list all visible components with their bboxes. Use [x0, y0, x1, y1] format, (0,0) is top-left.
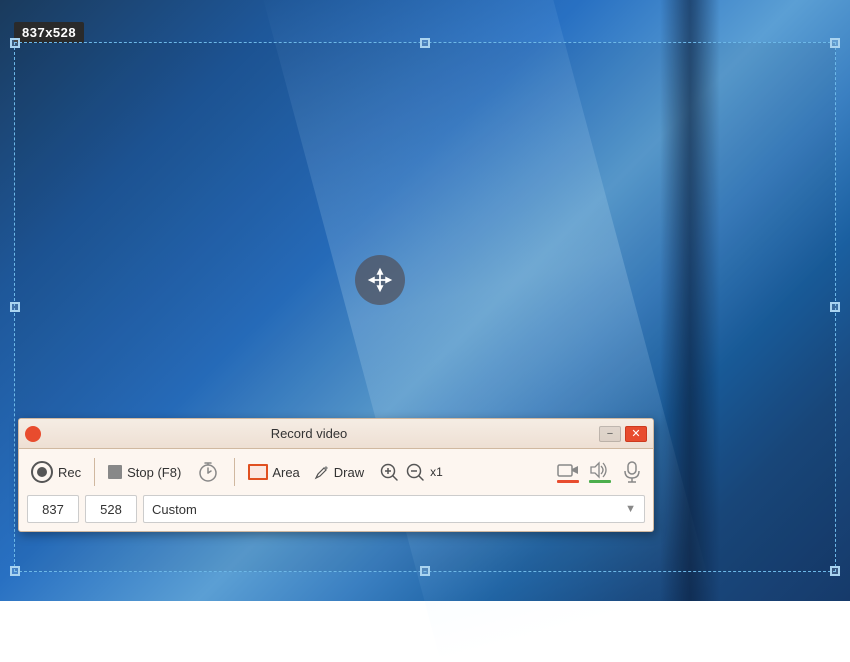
dimensions-text: 837x528 — [22, 25, 76, 40]
camera-button[interactable] — [555, 459, 581, 485]
area-label: Area — [272, 465, 299, 480]
draw-button[interactable]: Draw — [310, 462, 368, 482]
toolbar-bottom: Custom ▼ — [19, 495, 653, 531]
microphone-button[interactable] — [619, 459, 645, 485]
pen-icon — [314, 464, 330, 480]
stop-icon — [108, 465, 122, 479]
record-toolbar: Record video − ✕ Rec Stop (F8) — [18, 418, 654, 532]
separator-2 — [234, 458, 235, 486]
close-button[interactable]: ✕ — [625, 426, 647, 442]
draw-label: Draw — [334, 465, 364, 480]
zoom-out-button[interactable] — [404, 461, 426, 483]
height-input[interactable] — [85, 495, 137, 523]
volume-button[interactable] — [587, 459, 613, 485]
area-button[interactable]: Area — [244, 462, 303, 482]
toolbar-app-icon — [25, 426, 41, 442]
width-input[interactable] — [27, 495, 79, 523]
stop-label: Stop (F8) — [127, 465, 181, 480]
camera-icon — [557, 461, 579, 479]
move-cursor-icon — [355, 255, 405, 305]
camera-status-bar — [557, 480, 579, 483]
stop-button[interactable]: Stop (F8) — [104, 463, 185, 482]
volume-status-bar — [589, 480, 611, 483]
separator-1 — [94, 458, 95, 486]
toolbar-window-controls: − ✕ — [599, 426, 647, 442]
zoom-in-button[interactable] — [378, 461, 400, 483]
zoom-controls: x1 — [378, 461, 443, 483]
speaker-icon — [589, 461, 611, 479]
microphone-icon — [623, 461, 641, 483]
rec-label: Rec — [58, 465, 81, 480]
move-icon-svg — [366, 266, 394, 294]
zoom-level-label: x1 — [430, 465, 443, 479]
preset-value-text: Custom — [152, 502, 197, 517]
timer-button[interactable] — [195, 459, 221, 485]
rec-button[interactable]: Rec — [27, 459, 85, 485]
rec-dot — [37, 467, 47, 477]
timer-icon-svg — [197, 461, 219, 483]
rec-circle-icon — [31, 461, 53, 483]
zoom-out-icon — [405, 462, 425, 482]
area-icon — [248, 464, 268, 480]
preset-dropdown[interactable]: Custom ▼ — [143, 495, 645, 523]
toolbar-title: Record video — [49, 426, 569, 441]
toolbar-body: Rec Stop (F8) Area — [19, 449, 653, 495]
dropdown-arrow-icon: ▼ — [625, 503, 636, 515]
zoom-in-icon — [379, 462, 399, 482]
right-icons — [555, 459, 645, 485]
toolbar-titlebar: Record video − ✕ — [19, 419, 653, 449]
dimensions-label: 837x528 — [14, 22, 84, 43]
minimize-button[interactable]: − — [599, 426, 621, 442]
